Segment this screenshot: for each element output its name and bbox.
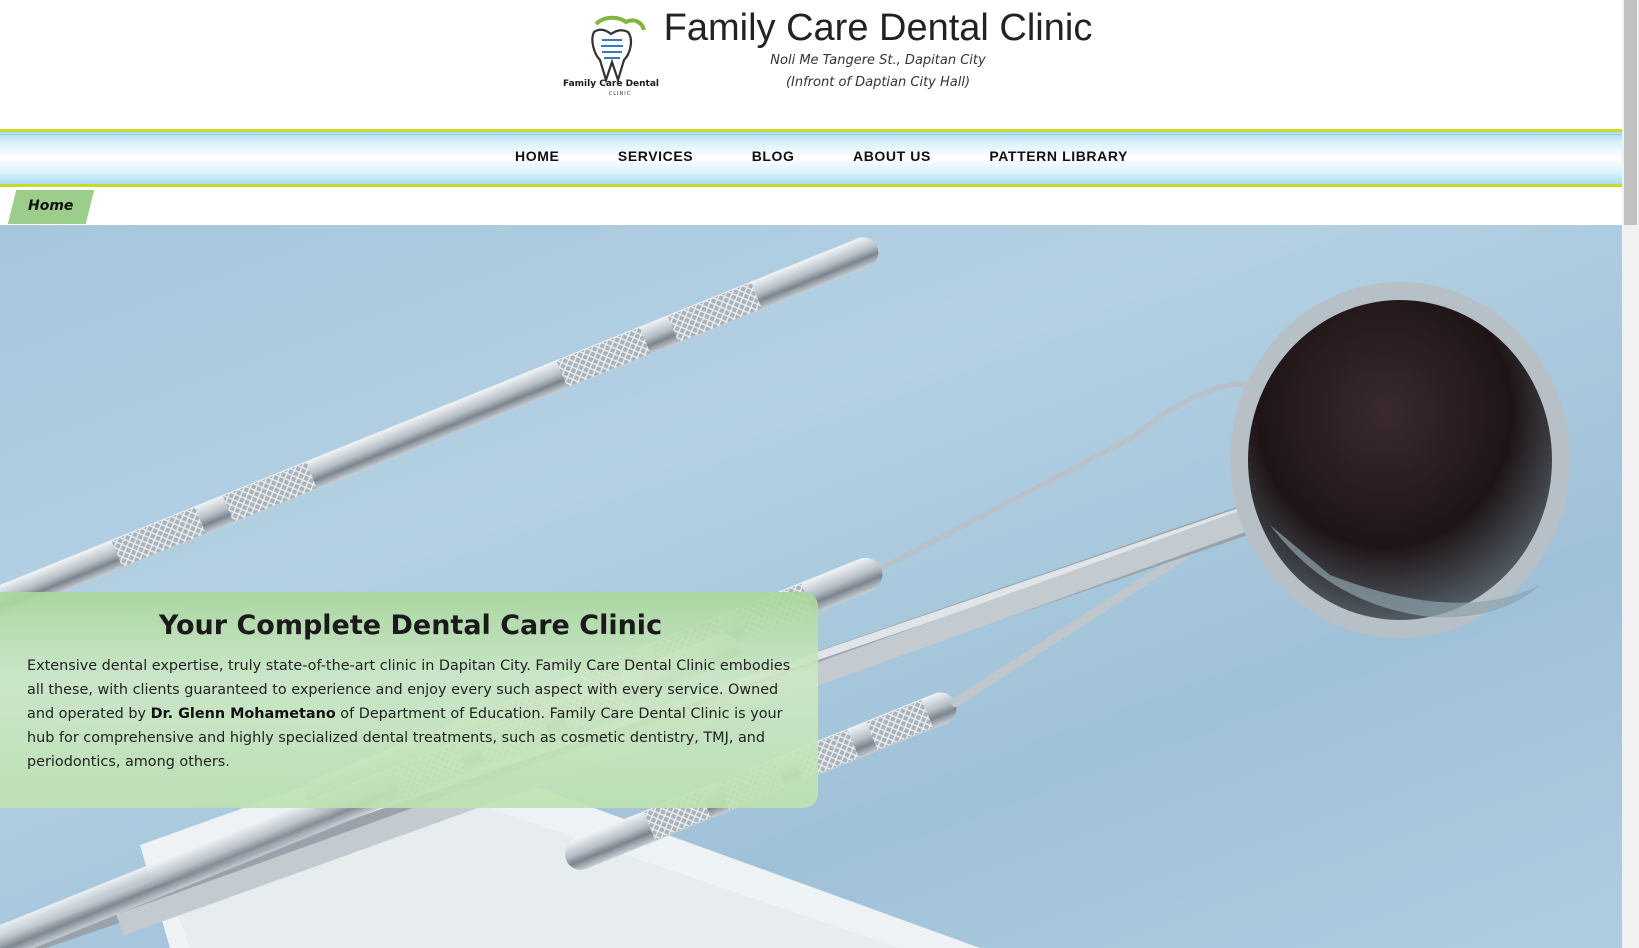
doctor-name: Dr. Glenn Mohametano	[150, 706, 336, 722]
hero-banner	[0, 225, 1622, 948]
nav-item-home[interactable]: HOME	[515, 148, 559, 164]
hero-description: Extensive dental expertise, truly state-…	[27, 654, 794, 774]
hero-info-card: Your Complete Dental Care Clinic Extensi…	[0, 592, 818, 808]
nav-item-services[interactable]: SERVICES	[618, 148, 693, 164]
address-line-1: Noli Me Tangere St., Dapitan City	[770, 53, 986, 68]
site-header: Family Care Dental CLINIC Family Care De…	[0, 0, 1622, 130]
nav-item-blog[interactable]: BLOG	[752, 148, 795, 164]
page-scrollbar[interactable]	[1622, 0, 1639, 948]
nav-item-pattern-library[interactable]: PATTERN LIBRARY	[989, 148, 1128, 164]
scrollbar-thumb[interactable]	[1624, 0, 1637, 225]
nav-item-about-us[interactable]: ABOUT US	[853, 148, 931, 164]
main-nav: HOME SERVICES BLOG ABOUT US PATTERN LIBR…	[0, 129, 1622, 187]
breadcrumb-home-link[interactable]: Home	[28, 198, 73, 214]
hero-title: Your Complete Dental Care Clinic	[158, 610, 663, 641]
site-title: Family Care Dental Clinic	[663, 7, 1093, 49]
svg-text:CLINIC: CLINIC	[609, 91, 631, 97]
breadcrumb: Home	[0, 187, 1622, 225]
address-line-2: (Infront of Daptian City Hall)	[785, 75, 971, 90]
nav-items: HOME SERVICES BLOG ABOUT US PATTERN LIBR…	[0, 148, 1622, 166]
dental-instruments-image	[0, 225, 1622, 948]
